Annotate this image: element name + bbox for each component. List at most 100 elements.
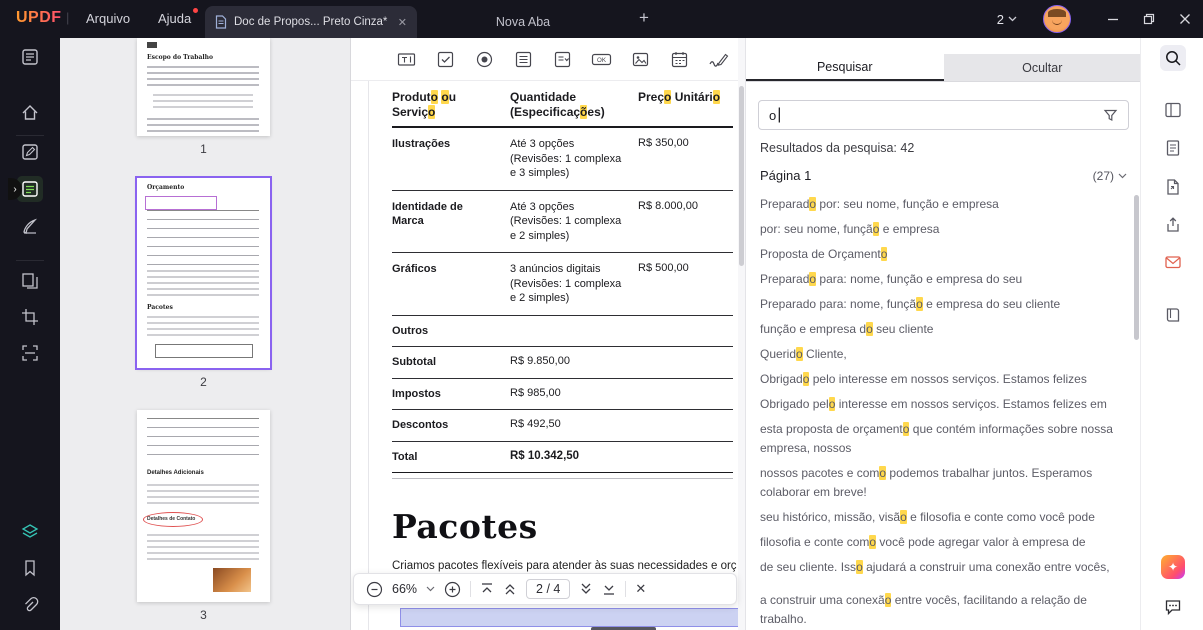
zoombar-close-button[interactable]: ✕ [635, 581, 646, 597]
signature-form-field[interactable] [400, 608, 745, 627]
search-result-item[interactable]: a construir uma conexão entre vocês, fac… [760, 591, 1129, 629]
table-cell: Ilustrações [392, 137, 510, 181]
radio-button-tool[interactable] [473, 48, 495, 70]
search-result-item[interactable]: nossos pacotes e como podemos trabalhar … [760, 464, 1129, 502]
document-tab[interactable]: Doc de Propos... Preto Cinza* ✕ [205, 6, 417, 38]
radio-button-icon [475, 50, 494, 69]
summary-cell: R$ 985,00 [510, 387, 638, 402]
minimize-button[interactable] [1095, 0, 1131, 38]
chat-icon[interactable] [1160, 594, 1186, 620]
zoom-in-button[interactable] [444, 581, 461, 598]
close-icon [1179, 13, 1191, 25]
previous-page-button[interactable] [503, 582, 517, 596]
sidebar-item-organize-pages[interactable] [17, 268, 43, 294]
search-result-item[interactable]: Preparado para: nome, função e empresa d… [760, 295, 1129, 314]
forms-icon [20, 179, 40, 199]
table-row: Gráficos3 anúncios digitais (Revisões: 1… [392, 253, 733, 316]
zoom-toolbar: 66% 2 / 4 ✕ [353, 573, 737, 605]
sidebar-item-sign[interactable] [17, 213, 43, 239]
sidebar-item-page-panel[interactable] [1160, 97, 1186, 123]
search-input[interactable]: o | [758, 100, 1129, 130]
sidebar-item-ocr[interactable] [17, 340, 43, 366]
summary-row: DescontosR$ 492,50 [392, 410, 733, 442]
menu-ajuda-label: Ajuda [158, 11, 191, 26]
sidebar-item-outline[interactable] [1160, 135, 1186, 161]
sidebar-divider [16, 260, 44, 261]
search-result-item[interactable]: Preparado para: nome, função e empresa d… [760, 270, 1129, 289]
panel-scrollbar-thumb[interactable] [1134, 195, 1139, 340]
sidebar-item-crop[interactable] [17, 304, 43, 330]
menu-ajuda[interactable]: Ajuda [158, 11, 191, 26]
zoom-level[interactable]: 66% [392, 582, 417, 596]
close-button[interactable] [1167, 0, 1203, 38]
new-tab[interactable]: Nova Aba [417, 6, 629, 38]
sidebar-item-feedback[interactable] [1160, 249, 1186, 275]
section-heading: Pacotes [392, 507, 733, 546]
button-ok-icon: OK [591, 50, 612, 69]
tab-pesquisar[interactable]: Pesquisar [746, 54, 944, 81]
first-page-button[interactable] [480, 582, 494, 596]
window-count-dropdown[interactable]: 2 [997, 12, 1017, 27]
search-result-item[interactable]: por: seu nome, função e empresa [760, 220, 1129, 239]
tab-close-icon[interactable]: ✕ [398, 16, 407, 29]
sidebar-item-layers[interactable] [17, 519, 43, 545]
thumbnail-sketch [147, 418, 259, 463]
search-result-item[interactable]: Proposta de Orçamento [760, 245, 1129, 264]
check-box-tool[interactable] [434, 48, 456, 70]
new-tab-label: Nova Aba [496, 15, 550, 29]
filter-icon[interactable] [1103, 108, 1118, 123]
search-result-item[interactable]: de seu cliente. Isso ajudará a construir… [760, 558, 1129, 577]
sidebar-item-bookmark[interactable] [17, 555, 43, 581]
menu-arquivo[interactable]: Arquivo [86, 11, 130, 26]
scrollbar-thumb[interactable] [739, 86, 744, 266]
search-result-item[interactable]: função e empresa do seu cliente [760, 320, 1129, 339]
tab-ocultar[interactable]: Ocultar [944, 54, 1142, 81]
zoom-dropdown-icon[interactable] [426, 586, 435, 592]
page-thumbnail-2[interactable]: Orçamento Pacotes [137, 178, 270, 368]
table-cell: R$ 8.000,00 [638, 200, 733, 244]
sidebar-item-share[interactable] [1160, 212, 1186, 238]
page-thumbnail-1[interactable]: Escopo do Trabalho [137, 38, 270, 136]
zoom-out-button[interactable] [366, 581, 383, 598]
sidebar-item-reader[interactable] [17, 44, 43, 70]
search-result-item[interactable]: seu histórico, missão, visão e filosofia… [760, 508, 1129, 527]
form-tools-toolbar: OK [351, 38, 745, 81]
selection-rect [145, 196, 217, 210]
image-field-tool[interactable] [629, 48, 651, 70]
button-tool[interactable]: OK [590, 48, 612, 70]
page-number-input[interactable]: 2 / 4 [526, 579, 570, 599]
sidebar-item-comment[interactable] [17, 139, 43, 165]
signature-field-tool[interactable] [707, 48, 729, 70]
comment-edit-icon [20, 142, 40, 162]
sidebar-item-home[interactable] [17, 100, 43, 126]
search-result-item[interactable]: Obrigado pelo interesse em nossos serviç… [760, 370, 1129, 389]
updf-ai-icon[interactable]: ✦ [1161, 555, 1185, 579]
last-page-button[interactable] [602, 582, 616, 596]
search-result-item[interactable]: Obrigado pelo interesse em nossos serviç… [760, 395, 1129, 414]
sidebar-item-search[interactable] [1160, 45, 1186, 71]
combo-box-tool[interactable] [551, 48, 573, 70]
group-label: Página 1 [760, 168, 811, 183]
search-result-item[interactable]: filosofia e conte como você pode agregar… [760, 533, 1129, 552]
thumbnail-subheading: Pacotes [147, 304, 173, 311]
restore-button[interactable] [1131, 0, 1167, 38]
results-group-header[interactable]: Página 1 (27) [760, 168, 1127, 183]
search-result-item[interactable]: Preparado por: seu nome, função e empres… [760, 195, 1129, 214]
avatar[interactable] [1043, 5, 1071, 33]
chevron-down-icon[interactable] [1118, 173, 1127, 179]
signature-pen-icon [20, 216, 40, 236]
add-tab-button[interactable]: + [634, 8, 654, 28]
sidebar-item-attachment[interactable] [17, 592, 43, 618]
search-result-item[interactable]: Querido Cliente, [760, 345, 1129, 364]
thumbnail-sketch [153, 94, 253, 112]
next-page-button[interactable] [579, 582, 593, 596]
sidebar-item-attachments[interactable] [1160, 302, 1186, 328]
list-box-tool[interactable] [512, 48, 534, 70]
date-field-tool[interactable] [668, 48, 690, 70]
page-thumbnail-3[interactable]: Detalhes Adicionais Detalhes de Contato [137, 410, 270, 602]
pdf-viewer: OK Produto ou Serviço Quantidade (Especi… [351, 38, 745, 630]
search-result-item[interactable]: esta proposta de orçamento que contém in… [760, 420, 1129, 458]
vertical-scrollbar[interactable] [738, 38, 745, 630]
sidebar-item-export[interactable] [1160, 174, 1186, 200]
text-field-tool[interactable] [395, 48, 417, 70]
